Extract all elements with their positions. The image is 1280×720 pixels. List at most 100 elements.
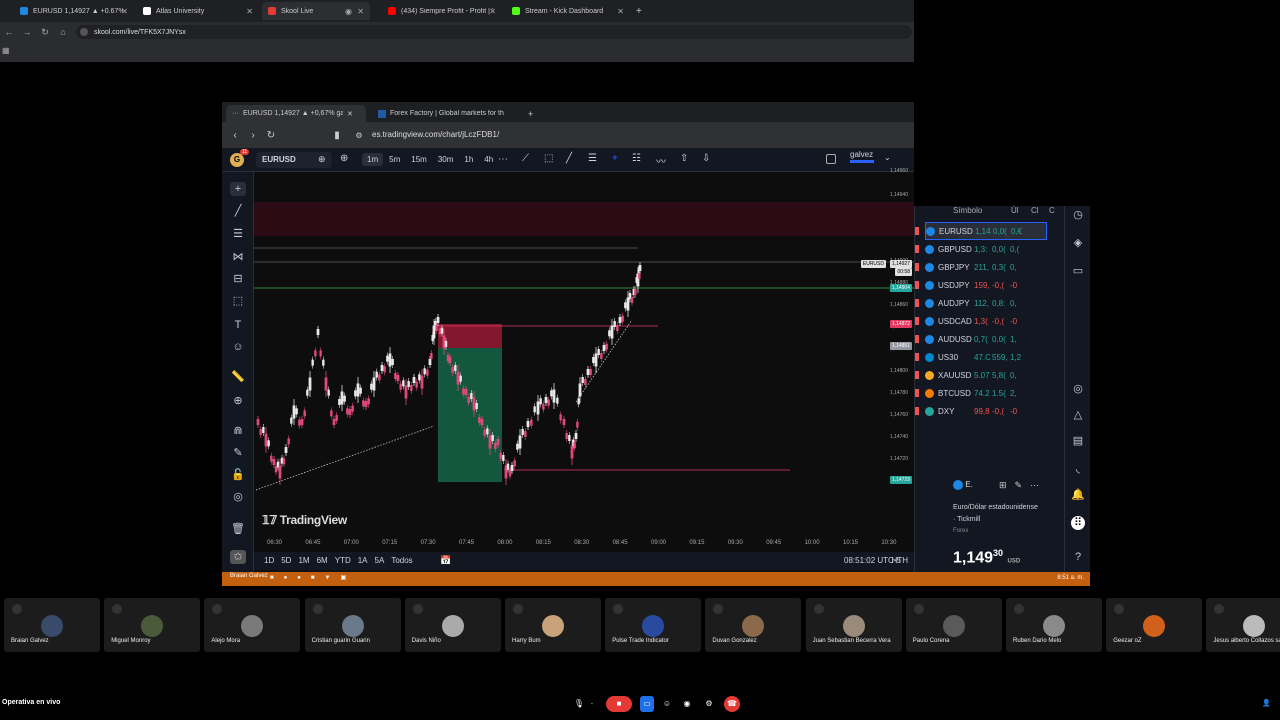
- participant-tile[interactable]: Juan Sebastian Becerra Vera: [805, 598, 902, 652]
- range-6m[interactable]: 6M: [317, 556, 328, 565]
- row-flag-marker[interactable]: [915, 317, 919, 325]
- participant-tile[interactable]: Harry Bum: [505, 598, 601, 652]
- col-last[interactable]: Úl: [1011, 206, 1019, 215]
- bell-icon[interactable]: 🔔: [1071, 488, 1085, 502]
- home-icon[interactable]: ⌂: [54, 27, 72, 37]
- pattern-tool-icon[interactable]: ⋈: [230, 250, 246, 264]
- col-symbol[interactable]: Símbolo: [953, 206, 982, 215]
- range-ytd[interactable]: YTD: [335, 556, 351, 565]
- mic-options-icon[interactable]: ·: [588, 696, 596, 712]
- range-1d[interactable]: 1D: [264, 556, 274, 565]
- close-icon[interactable]: ✕: [347, 110, 353, 118]
- window-icon[interactable]: ▣: [340, 575, 356, 581]
- tab-atlas[interactable]: Atlas University ✕: [137, 2, 259, 20]
- zoom-icon[interactable]: ⊕: [230, 394, 246, 408]
- range-1a[interactable]: 1A: [358, 556, 368, 565]
- help-icon[interactable]: ?: [1071, 550, 1085, 564]
- tab-eurusd[interactable]: EURUSD 1,14927 ▲ +0.67% Wi ✕: [14, 2, 134, 20]
- app-icon[interactable]: ●: [284, 575, 298, 581]
- close-icon[interactable]: ✕: [357, 7, 364, 16]
- url-field[interactable]: skool.com/live/TFK5X7JNYsx: [76, 25, 912, 39]
- watchlist-row[interactable]: US30 47.C 559, 1,2: [925, 348, 1047, 366]
- back-icon[interactable]: ←: [0, 27, 18, 37]
- close-icon[interactable]: ✕: [246, 7, 253, 16]
- trend-line-icon[interactable]: ⟋: [522, 153, 529, 164]
- user-avatar[interactable]: G: [230, 153, 244, 167]
- layout-name[interactable]: galvez: [850, 150, 873, 159]
- close-icon[interactable]: ✕: [617, 7, 624, 16]
- participant-tile[interactable]: Geezar oZ: [1106, 598, 1203, 652]
- new-tab-button[interactable]: +: [630, 2, 648, 20]
- participant-tile[interactable]: Duvan Gonzalez: [705, 598, 802, 652]
- row-flag-marker[interactable]: [915, 389, 919, 397]
- inner-tab-eurusd[interactable]: ··· EURUSD 1,14927 ▲ +0,67% galv ✕: [226, 105, 366, 122]
- fib-tool-icon[interactable]: ☰: [230, 227, 246, 241]
- leave-call-button[interactable]: ☎: [724, 696, 740, 712]
- watchlist-row[interactable]: USDCAD 1,3( -0,( -0: [925, 312, 1047, 330]
- watchlist-row[interactable]: USDJPY 159, -0,( -0: [925, 276, 1047, 294]
- timeframe-15m[interactable]: 15m: [406, 153, 432, 166]
- time-axis[interactable]: 06:30 06:45 07:00 07:15 07:30 07:45 08:00 08:15…: [254, 536, 914, 550]
- forecast-tool-icon[interactable]: ⊟: [230, 272, 246, 286]
- indicator-icon[interactable]: 〰: [656, 153, 666, 168]
- ruler-icon[interactable]: 📏: [230, 370, 246, 384]
- calendar-icon[interactable]: ▤: [1071, 434, 1085, 448]
- tab-kick[interactable]: Stream - Kick Dashboard ✕: [506, 2, 630, 20]
- emoji-tool-icon[interactable]: ☺: [230, 340, 246, 354]
- rectangle-icon[interactable]: ⬚: [544, 153, 553, 164]
- range-5a[interactable]: 5A: [375, 556, 385, 565]
- tab-siempre-profit[interactable]: (434) Siempre Profit - Profit | Ti ✕: [382, 2, 502, 20]
- bookmark-icon[interactable]: ▮: [328, 130, 346, 141]
- lock-draw-icon[interactable]: ✎: [230, 446, 246, 460]
- timeframe-4h[interactable]: 4h: [479, 153, 498, 166]
- notes-icon[interactable]: ■: [311, 575, 325, 581]
- reactions-icon[interactable]: ☺: [660, 696, 674, 712]
- watchlist-row[interactable]: BTCUSD 74.2 1.5( 2,: [925, 384, 1047, 402]
- watchlist-row[interactable]: GBPJPY 211, 0,3( 0,: [925, 258, 1047, 276]
- mic-icon[interactable]: 🎙: [572, 696, 586, 712]
- grid-icon[interactable]: ⊞: [999, 480, 1015, 490]
- participant-tile[interactable]: Jesus alberto Collazos salazar: [1206, 598, 1280, 652]
- shapes-tool-icon[interactable]: ⬚: [230, 294, 246, 308]
- people-icon[interactable]: 👤: [1262, 699, 1271, 707]
- record-icon[interactable]: ◉: [680, 696, 694, 712]
- long-position-icon[interactable]: ⇧: [680, 153, 688, 164]
- col-change[interactable]: Cl: [1031, 206, 1039, 215]
- camera-off-button[interactable]: ■: [606, 696, 632, 712]
- site-settings-icon[interactable]: ⚙: [350, 131, 368, 140]
- range-all[interactable]: Todos: [391, 556, 412, 565]
- chevron-down-icon[interactable]: ⌄: [884, 153, 891, 162]
- apps-icon[interactable]: ▦: [2, 46, 10, 55]
- settings-icon[interactable]: ⚙: [702, 696, 716, 712]
- timeframe-5m[interactable]: 5m: [384, 153, 405, 166]
- watchlist-row[interactable]: AUDUSD 0,7( 0,0( 1,: [925, 330, 1047, 348]
- watchlist-row[interactable]: XAUUSD 5.07 5,8( 0,: [925, 366, 1047, 384]
- more-icon[interactable]: ⋯: [1030, 480, 1047, 490]
- lock-icon[interactable]: 🔓: [230, 468, 246, 482]
- target-icon[interactable]: ◎: [1071, 382, 1085, 396]
- trend-line-tool-icon[interactable]: ╱: [230, 204, 246, 218]
- participant-tile[interactable]: Alejo Mora: [204, 598, 301, 652]
- layout-icon[interactable]: [826, 154, 836, 164]
- watchlist-row[interactable]: DXY 99,8 -0,( -0: [925, 402, 1047, 420]
- text-tool-icon[interactable]: T: [230, 318, 246, 332]
- forward-icon[interactable]: ›: [244, 130, 262, 141]
- parallel-channel-icon[interactable]: ☷: [632, 153, 641, 164]
- short-position-icon[interactable]: ⇩: [702, 153, 710, 164]
- row-flag-marker[interactable]: [915, 281, 919, 289]
- reload-icon[interactable]: ↻: [262, 130, 280, 141]
- cursor-icon[interactable]: +: [230, 182, 246, 196]
- crosshair-icon[interactable]: +: [612, 153, 618, 164]
- calendar-range-icon[interactable]: 📅: [440, 555, 451, 566]
- session-label[interactable]: HTH: [892, 556, 908, 565]
- magnet-icon[interactable]: ⋒: [230, 424, 246, 438]
- trash-icon[interactable]: 🗑: [230, 522, 246, 536]
- row-flag-marker[interactable]: [915, 371, 919, 379]
- ray-icon[interactable]: ╱: [566, 153, 572, 164]
- close-icon[interactable]: ✕: [121, 7, 128, 16]
- col-change-pct[interactable]: C: [1049, 206, 1055, 215]
- row-flag-marker[interactable]: [915, 407, 919, 415]
- record-icon[interactable]: ▼: [325, 575, 341, 581]
- timeframe-1m[interactable]: 1m: [362, 153, 384, 166]
- tab-skool-live[interactable]: Skool Live ◉ ✕: [262, 2, 370, 20]
